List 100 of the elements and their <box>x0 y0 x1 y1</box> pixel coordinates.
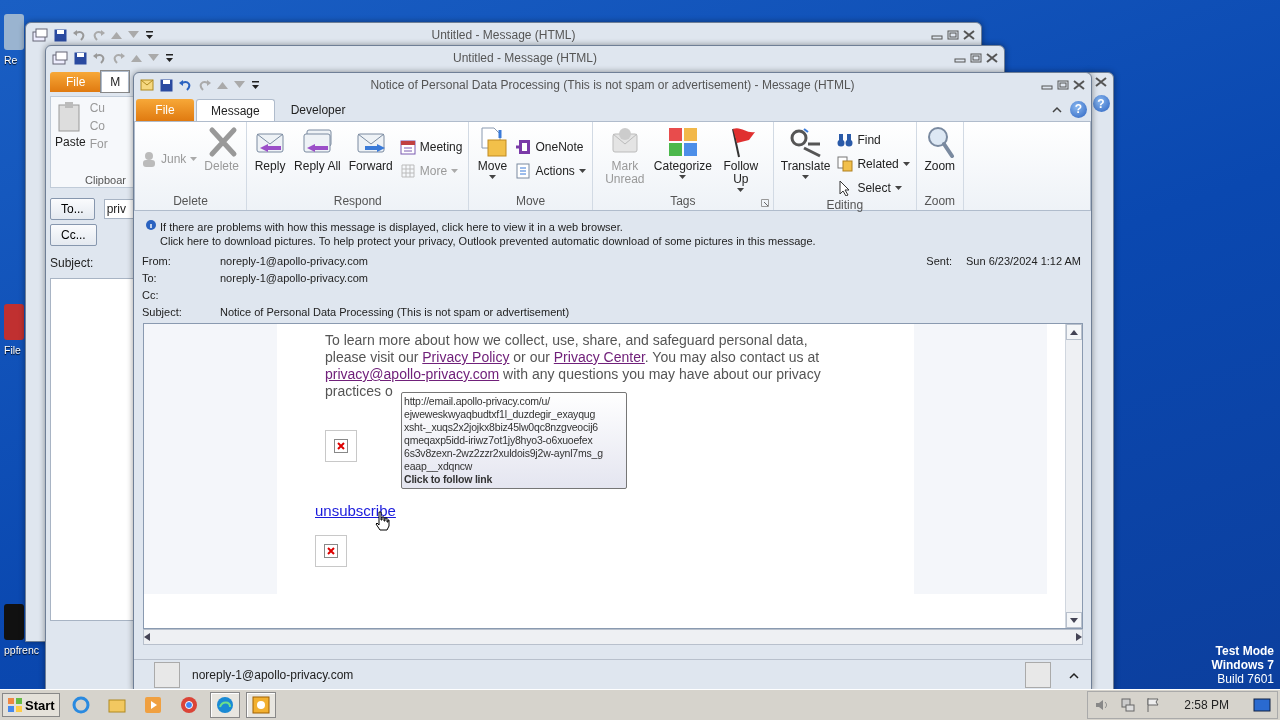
redo-icon <box>198 79 211 91</box>
mail-app-icon <box>251 696 270 714</box>
ribbon-button[interactable]: Move <box>473 124 512 194</box>
contact-name[interactable]: noreply-1@apollo-privacy.com <box>192 668 354 682</box>
documents-icon <box>837 156 854 172</box>
close-icon <box>1073 80 1085 90</box>
to-field[interactable]: priv <box>103 199 134 219</box>
os-notice-text: Test Mode <box>1215 644 1274 658</box>
subject-label: Subject: <box>50 256 94 270</box>
os-notice-text: Build 7601 <box>1217 672 1274 686</box>
calendar-icon <box>399 139 416 155</box>
clock[interactable]: 2:58 PM <box>1184 698 1229 712</box>
taskbar-app[interactable] <box>209 692 240 718</box>
window-title: Untitled - Message (HTML) <box>452 51 597 65</box>
link[interactable]: Privacy Center <box>553 349 645 365</box>
header-label: Subject: <box>142 305 183 319</box>
ribbon-button[interactable]: Translate <box>777 124 834 198</box>
vertical-scrollbar[interactable] <box>1065 324 1082 628</box>
scroll-down-icon <box>1070 617 1078 623</box>
save-icon <box>74 51 87 65</box>
avatar-icon <box>154 662 180 688</box>
link[interactable]: Privacy Policy <box>422 349 510 365</box>
header-value: noreply-1@apollo-privacy.com <box>220 271 369 285</box>
maximize-icon <box>947 30 959 40</box>
envelope-icon <box>140 79 154 91</box>
ribbon-button[interactable]: Categorize <box>654 124 711 194</box>
customize-icon <box>145 29 154 41</box>
ribbon-tab[interactable]: M <box>101 71 130 92</box>
dialog-launcher-icon[interactable] <box>760 199 769 207</box>
desktop-icon-label: ppfrenc <box>4 644 40 656</box>
close-icon <box>986 53 998 63</box>
header-value: Sun 6/23/2024 1:12 AM <box>966 254 1081 268</box>
ribbon-button[interactable]: Reply <box>251 124 290 194</box>
binoculars-icon <box>837 132 854 148</box>
ribbon-button[interactable]: Actions <box>513 161 588 181</box>
ribbon-button[interactable]: OneNote <box>513 137 588 157</box>
up-arrow-icon <box>217 81 228 89</box>
group-label: Tags <box>670 194 696 210</box>
ribbon-button[interactable]: Related <box>835 154 912 174</box>
group-label: Respond <box>333 194 382 210</box>
avatar-icon <box>1025 662 1051 688</box>
taskbar-app[interactable] <box>245 692 276 718</box>
folder-icon <box>107 697 126 713</box>
to-button[interactable]: To... <box>50 198 95 220</box>
undo-icon <box>93 52 106 64</box>
network-icon <box>1120 697 1137 713</box>
show-desktop-icon <box>1253 698 1271 712</box>
close-icon <box>1095 77 1107 87</box>
horizontal-scrollbar[interactable] <box>143 629 1083 645</box>
scroll-right-icon <box>1074 633 1082 641</box>
info-bar-text[interactable]: Click here to download pictures. To help protect your privacy, Outlook prevented automatic download of some pictures in this message. <box>160 234 816 248</box>
broken-image-icon <box>325 430 357 462</box>
ribbon-tab[interactable]: Message <box>196 99 275 121</box>
expand-caret-icon <box>1069 671 1079 679</box>
header-label: Cc: <box>142 288 160 302</box>
tooltip-url-line: xsht-_xuqs2x2jojkx8biz45lw0qc8nzgveocij6 <box>404 421 599 434</box>
paste-button[interactable]: Paste <box>55 135 86 149</box>
desktop-icon-label: Re <box>4 54 18 66</box>
save-icon <box>160 78 173 92</box>
start-button[interactable]: Start <box>2 693 60 717</box>
header-label: From: <box>142 254 172 268</box>
ribbon-button[interactable]: Forward <box>345 124 396 194</box>
down-arrow-icon <box>128 31 139 39</box>
envelopes-icon <box>52 51 68 65</box>
ribbon-button[interactable]: Meeting <box>397 137 465 157</box>
ribbon-button[interactable]: Select <box>835 178 912 198</box>
window-title: Untitled - Message (HTML) <box>431 28 576 42</box>
ribbon-button[interactable]: Find <box>835 130 912 150</box>
info-bar-text[interactable]: If there are problems with how this message is displayed, click here to view it in a web browser. <box>160 220 816 234</box>
ribbon-button[interactable]: Reply All <box>291 124 344 194</box>
down-arrow-icon <box>148 54 159 62</box>
customize-icon <box>165 52 174 64</box>
collapse-ribbon-icon <box>1052 105 1062 113</box>
ribbon-button[interactable]: Follow Up <box>712 124 769 194</box>
list-icon <box>515 163 532 179</box>
up-arrow-icon <box>131 54 142 62</box>
wave-circle-icon <box>215 696 234 714</box>
group-label: Delete <box>173 194 208 210</box>
customize-icon <box>251 79 260 91</box>
tooltip-url-line: http://email.apollo-privacy.com/u/ <box>404 395 551 408</box>
ribbon-button[interactable]: Zoom <box>920 124 959 194</box>
tooltip-url-line: eaap__xdqncw <box>404 460 474 473</box>
broken-image-icon <box>315 535 347 567</box>
os-notice-text: Windows 7 <box>1211 658 1274 672</box>
cc-button[interactable]: Cc... <box>50 224 97 246</box>
link[interactable]: privacy@apollo-privacy.com <box>325 366 500 382</box>
envelopes-icon <box>32 28 48 42</box>
header-label: Sent: <box>926 254 952 268</box>
browser-circle-icon <box>179 696 198 714</box>
play-icon <box>143 696 162 714</box>
ribbon-tab[interactable]: Developer <box>276 99 360 121</box>
scroll-left-icon <box>144 633 152 641</box>
save-icon <box>54 28 67 42</box>
maximize-icon <box>970 53 982 63</box>
up-arrow-icon <box>111 31 122 39</box>
message-body-area[interactable] <box>50 278 136 621</box>
group-label: Move <box>515 194 546 210</box>
undo-icon <box>73 29 86 41</box>
unsubscribe-link[interactable]: unsubscribe <box>315 502 396 519</box>
tooltip-action: Click to follow link <box>404 473 494 486</box>
